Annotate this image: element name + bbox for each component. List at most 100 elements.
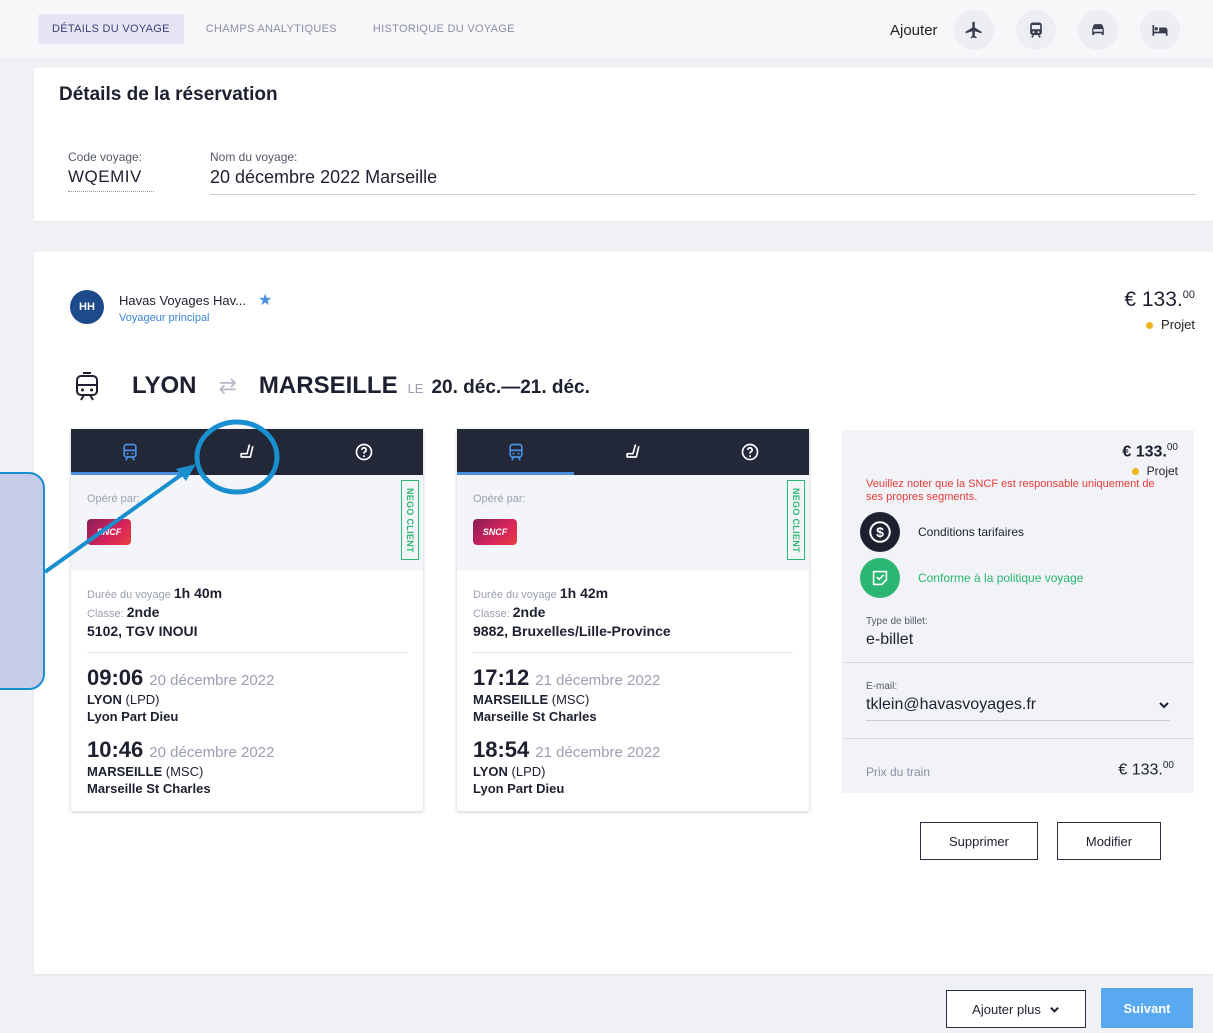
- panel-status: Projet: [1131, 464, 1178, 478]
- train-icon: [508, 443, 523, 461]
- class-label: Classe:: [473, 608, 510, 620]
- arrival-date: 21 décembre 2022: [535, 744, 661, 761]
- sncf-warning: Veuillez noter que la SNCF est responsab…: [866, 478, 1155, 503]
- class-row: Classe: 2nde: [473, 604, 793, 623]
- route-le: LE: [407, 381, 424, 396]
- delete-button[interactable]: Supprimer: [920, 822, 1038, 860]
- policy-check-icon: [860, 558, 900, 598]
- reservation-title: Détails de la réservation: [59, 84, 278, 105]
- arrival-time: 18:54: [473, 737, 530, 762]
- class-label: Classe:: [87, 608, 124, 620]
- segment-tab-help[interactable]: [306, 429, 423, 475]
- segment-tab-seat[interactable]: [188, 429, 305, 475]
- add-car-button[interactable]: [1077, 10, 1118, 50]
- duration-row: Durée du voyage 1h 40m: [87, 585, 407, 604]
- status-dot-icon: [1131, 468, 1139, 476]
- route-origin: LYON: [132, 372, 197, 399]
- svg-text:$: $: [876, 524, 884, 540]
- departure-station: Marseille St Charles: [473, 709, 597, 724]
- departure-city: MARSEILLE: [473, 692, 549, 707]
- fare-panel: € 133.00 Projet Veuillez noter que la SN…: [842, 430, 1194, 793]
- train-icon: [76, 372, 98, 401]
- price-currency: €: [1124, 288, 1137, 311]
- segment-tabs: [71, 429, 423, 475]
- top-bar: DÉTAILS DU VOYAGE CHAMPS ANALYTIQUES HIS…: [0, 0, 1213, 58]
- car-icon: [1091, 24, 1104, 35]
- departure-code: (MSC): [551, 692, 590, 707]
- fare-conditions-row[interactable]: $ Conditions tarifaires: [860, 512, 1024, 552]
- seat-icon: [626, 444, 640, 458]
- segment-tabs: [457, 429, 809, 475]
- ticket-type-label: Type de billet:: [866, 616, 928, 627]
- route-header: LYON ⇄ MARSEILLE LE 20. déc.—21. déc.: [74, 372, 590, 402]
- operated-by-label: Opéré par:: [473, 493, 526, 505]
- segment-tab-help[interactable]: [692, 429, 809, 475]
- trip-code-block: Code voyage: WQEMIV: [68, 150, 154, 192]
- class-value: 2nde: [512, 604, 546, 620]
- duration-value: 1h 42m: [559, 585, 609, 601]
- duration-value: 1h 40m: [173, 585, 223, 601]
- dollar-circle-icon: $: [860, 512, 900, 552]
- nego-client-badge: NEGO CLIENT: [401, 480, 419, 560]
- edit-button[interactable]: Modifier: [1057, 822, 1161, 860]
- segment-tab-train[interactable]: [71, 429, 189, 475]
- segment-tab-train[interactable]: [457, 429, 575, 475]
- status-badge: Projet: [1161, 317, 1195, 332]
- panel-price-amount: 133.: [1135, 443, 1167, 461]
- traveler-name[interactable]: Havas Voyages Hav...: [119, 293, 246, 308]
- segment-card-return: Opéré par: SNCF NEGO CLIENT Durée du voy…: [457, 429, 809, 811]
- departure-stop: 09:06 20 décembre 2022 LYON (LPD) Lyon Pa…: [87, 665, 407, 725]
- price-amount: 133.: [1141, 288, 1183, 311]
- trip-name-block: Nom du voyage: 20 décembre 2022 Marseill…: [210, 150, 1196, 195]
- segment-tab-seat[interactable]: [574, 429, 691, 475]
- route-destination: MARSEILLE: [258, 372, 398, 399]
- arrival-city: MARSEILLE: [87, 764, 163, 779]
- segment-card-outbound: Opéré par: SNCF NEGO CLIENT Durée du voy…: [71, 429, 423, 811]
- add-service-area: Ajouter: [890, 10, 1180, 50]
- seat-icon: [240, 444, 254, 458]
- panel-price-cents: 00: [1166, 442, 1178, 453]
- panel-divider: [842, 662, 1194, 663]
- reservation-details-card: Détails de la réservation Code voyage: W…: [34, 68, 1213, 221]
- trip-name-input[interactable]: 20 décembre 2022 Marseille: [210, 167, 1196, 195]
- trip-code-label: Code voyage:: [68, 150, 143, 164]
- add-train-button[interactable]: [1015, 10, 1056, 50]
- train-icon: [122, 443, 137, 461]
- duration-label: Durée du voyage: [473, 589, 557, 601]
- class-row: Classe: 2nde: [87, 604, 407, 623]
- add-label: Ajouter: [890, 21, 938, 39]
- departure-date: 21 décembre 2022: [535, 672, 661, 689]
- add-more-button[interactable]: Ajouter plus: [946, 990, 1086, 1028]
- trip-code-value[interactable]: WQEMIV: [68, 167, 154, 192]
- duration-row: Durée du voyage 1h 42m: [473, 585, 793, 604]
- class-value: 2nde: [126, 604, 160, 620]
- departure-time: 09:06: [87, 665, 144, 690]
- tab-trip-history[interactable]: HISTORIQUE DU VOYAGE: [359, 14, 529, 44]
- train-price-cents: 00: [1162, 760, 1174, 771]
- annotation-callout-box: [0, 472, 45, 690]
- train-price-value: € 133.00: [1118, 760, 1174, 779]
- nego-client-badge: NEGO CLIENT: [787, 480, 805, 560]
- route-dates: 20. déc.—21. déc.: [431, 377, 590, 398]
- train-number: 9882, Bruxelles/Lille-Province: [473, 623, 793, 653]
- help-icon: [741, 443, 759, 461]
- email-select[interactable]: tklein@havasvoyages.fr: [866, 696, 1170, 721]
- departure-stop: 17:12 21 décembre 2022 MARSEILLE (MSC) Ma…: [473, 665, 793, 725]
- fare-conditions-link[interactable]: Conditions tarifaires: [918, 525, 1024, 539]
- arrival-stop: 18:54 21 décembre 2022 LYON (LPD) Lyon Pa…: [473, 737, 793, 797]
- tab-analytic-fields[interactable]: CHAMPS ANALYTIQUES: [192, 14, 351, 44]
- help-icon: [355, 443, 373, 461]
- add-flight-button[interactable]: [953, 10, 994, 50]
- trip-name-label: Nom du voyage:: [210, 150, 298, 164]
- next-button[interactable]: Suivant: [1101, 988, 1193, 1028]
- arrival-code: (LPD): [511, 764, 546, 779]
- panel-price-currency: €: [1122, 443, 1132, 461]
- train-icon: [1029, 22, 1042, 38]
- departure-time: 17:12: [473, 665, 530, 690]
- ticket-type-value: e-billet: [866, 631, 914, 648]
- add-hotel-button[interactable]: [1139, 10, 1180, 50]
- duration-label: Durée du voyage: [87, 589, 171, 601]
- star-icon: ★: [257, 292, 273, 309]
- tab-trip-details[interactable]: DÉTAILS DU VOYAGE: [38, 14, 184, 44]
- sncf-logo: SNCF: [473, 519, 517, 545]
